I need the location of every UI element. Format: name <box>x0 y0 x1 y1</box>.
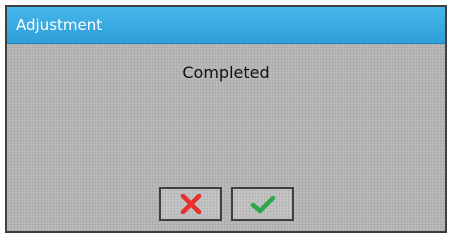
check-icon <box>250 195 275 214</box>
confirm-button[interactable] <box>231 187 294 221</box>
close-icon <box>180 194 201 214</box>
dialog-title-bar: Adjustment <box>7 7 445 44</box>
status-message: Completed <box>182 63 270 82</box>
cancel-button[interactable] <box>159 187 222 221</box>
adjustment-dialog: Adjustment Completed <box>5 5 447 233</box>
dialog-title: Adjustment <box>16 16 103 34</box>
